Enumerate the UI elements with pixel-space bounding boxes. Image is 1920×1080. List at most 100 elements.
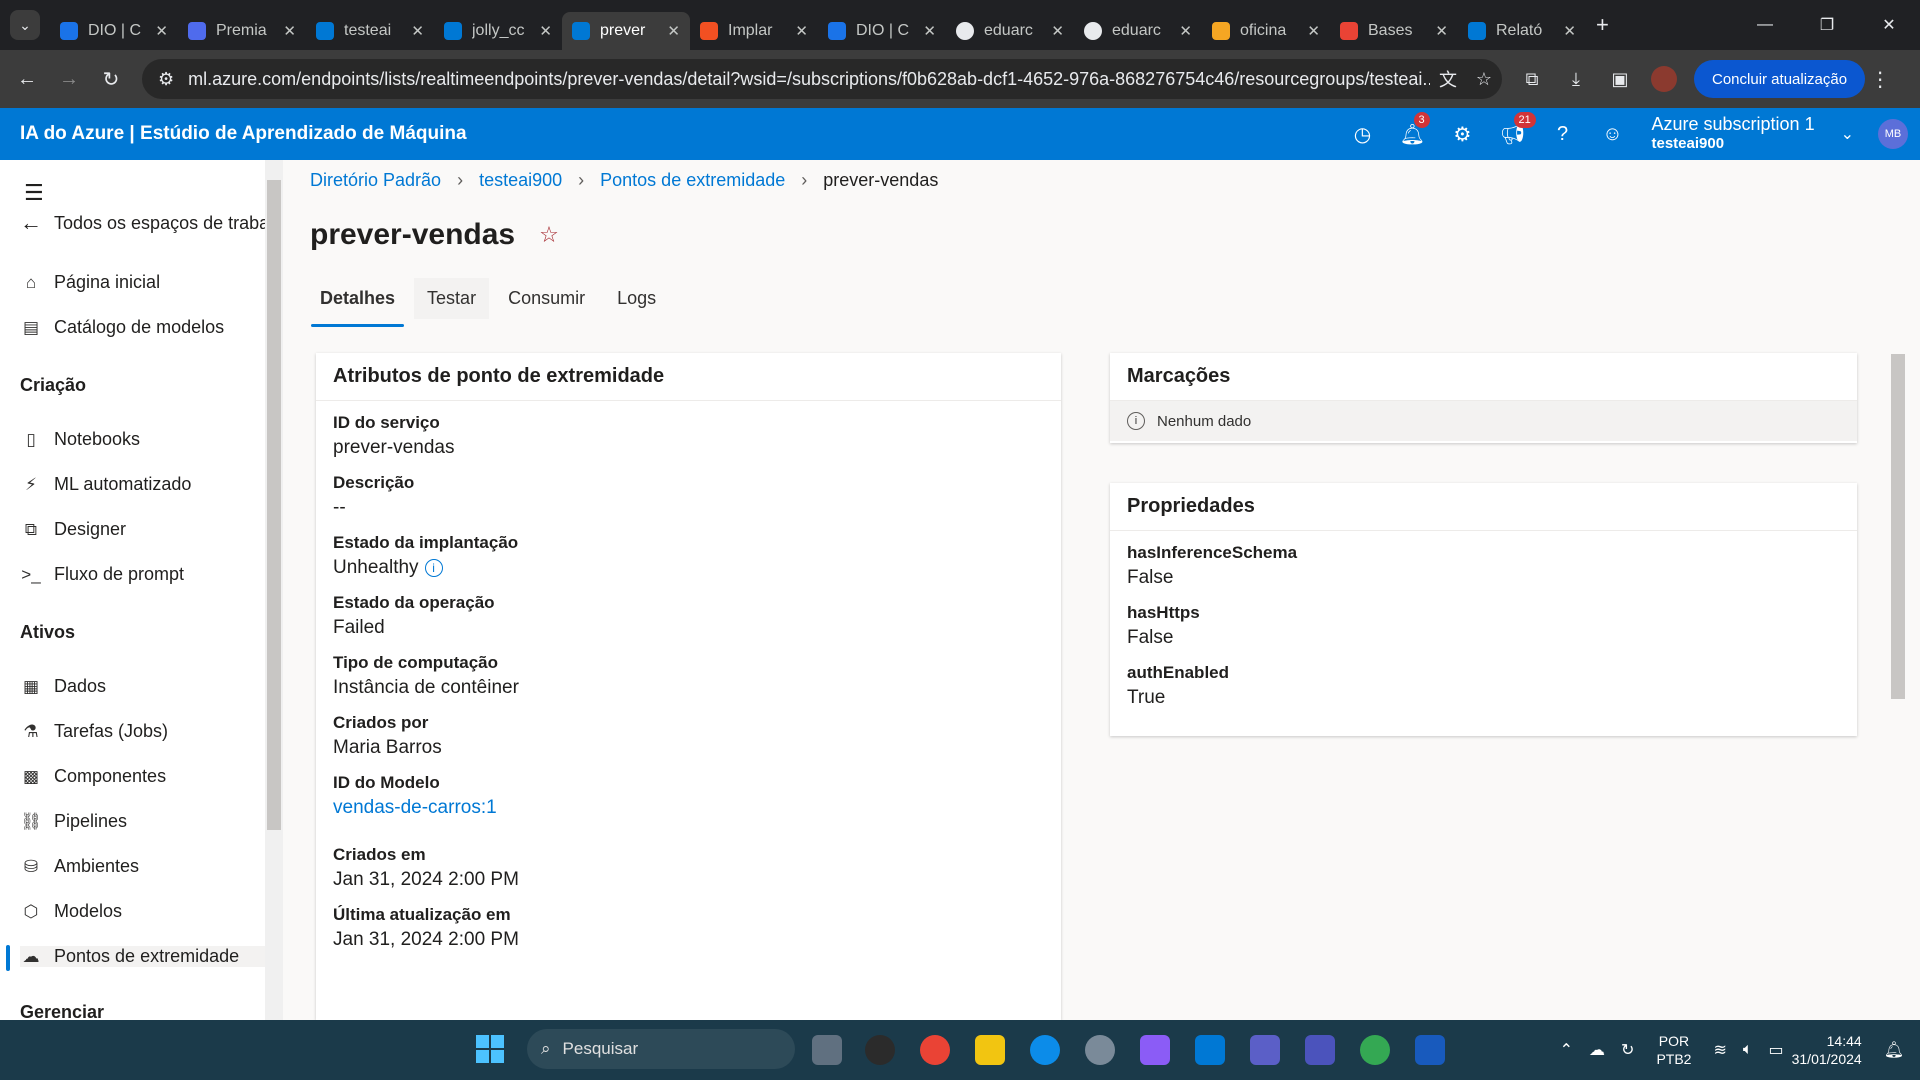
forward-arrow-icon[interactable]: → <box>48 68 90 91</box>
taskbar-search[interactable]: ⌕ Pesquisar <box>527 1029 795 1069</box>
dell-icon[interactable] <box>865 1035 895 1065</box>
taskview-icon[interactable] <box>812 1035 842 1065</box>
model-id-link[interactable]: vendas-de-carros:1 <box>333 797 1061 819</box>
onedrive-icon[interactable]: ☁ <box>1589 1040 1605 1060</box>
subscription-picker[interactable]: Azure subscription 1 testeai900 <box>1652 115 1815 153</box>
browser-tab[interactable]: Relató ✕ <box>1458 12 1586 50</box>
sidebar-item-notebooks[interactable]: ▯ Notebooks <box>20 429 140 450</box>
sync-icon[interactable]: ↻ <box>1621 1040 1634 1060</box>
close-icon[interactable]: ✕ <box>155 22 168 40</box>
address-bar[interactable]: ⚙ ml.azure.com/endpoints/lists/realtimee… <box>142 59 1502 99</box>
chrome-icon[interactable] <box>920 1035 950 1065</box>
tab-search-chevron-icon[interactable]: ⌄ <box>10 10 40 40</box>
sidebar-item-environments[interactable]: ⛁ Ambientes <box>20 856 139 877</box>
sidebar-item-pipelines[interactable]: ⛓ Pipelines <box>20 811 127 832</box>
sidebar-scrollbar-thumb[interactable] <box>267 180 281 830</box>
browser-tab[interactable]: Premia ✕ <box>178 12 306 50</box>
back-arrow-icon[interactable]: ← <box>6 68 48 91</box>
close-icon[interactable]: ✕ <box>923 22 936 40</box>
wifi-icon[interactable]: ≋ <box>1713 1040 1726 1060</box>
app-title[interactable]: IA do Azure | Estúdio de Aprendizado de … <box>20 123 1338 145</box>
sidebar-item-jobs[interactable]: ⚗ Tarefas (Jobs) <box>20 721 168 742</box>
sidebar-item-data[interactable]: ▦ Dados <box>20 676 106 697</box>
file-explorer-icon[interactable] <box>975 1035 1005 1065</box>
close-icon[interactable]: ✕ <box>1051 22 1064 40</box>
minimize-icon[interactable]: — <box>1734 0 1796 50</box>
close-icon[interactable]: ✕ <box>667 22 680 40</box>
notification-bell-icon[interactable]: 🔔︎ <box>1884 1040 1904 1060</box>
language-indicator[interactable]: POR PTB2 <box>1656 1032 1691 1068</box>
sidebar-item-endpoints[interactable]: ☁ Pontos de extremidade <box>20 946 265 967</box>
feedback-smiley-icon[interactable]: ☺ <box>1588 123 1638 146</box>
breadcrumb-endpoints[interactable]: Pontos de extremidade <box>600 170 785 191</box>
browser-tab[interactable]: eduarc ✕ <box>946 12 1074 50</box>
user-avatar[interactable]: MB <box>1878 119 1908 149</box>
more-menu-icon[interactable]: ⋮ <box>1865 67 1895 92</box>
back-to-workspaces[interactable]: ← Todos os espaços de trabal <box>20 210 273 236</box>
browser-tab[interactable]: testeai ✕ <box>306 12 434 50</box>
battery-icon[interactable]: ▭ <box>1768 1040 1783 1060</box>
extensions-icon[interactable]: ⧉ <box>1510 69 1554 90</box>
update-button[interactable]: Concluir atualização <box>1694 60 1866 98</box>
sidebar-item-home[interactable]: ⌂ Página inicial <box>20 272 160 293</box>
browser-tab[interactable]: oficina ✕ <box>1202 12 1330 50</box>
tab-details[interactable]: Detalhes <box>307 278 408 327</box>
favorite-star-icon[interactable]: ☆ <box>539 222 559 248</box>
close-icon[interactable]: ✕ <box>539 22 552 40</box>
windows-start-icon[interactable] <box>475 1034 505 1064</box>
breadcrumb-workspace[interactable]: testeai900 <box>479 170 562 191</box>
site-info-icon[interactable]: ⚙ <box>158 69 174 90</box>
clock[interactable]: 14:44 31/01/2024 <box>1792 1032 1862 1068</box>
close-icon[interactable]: ✕ <box>1179 22 1192 40</box>
sidebar-item-models[interactable]: ⬡ Modelos <box>20 901 122 922</box>
breadcrumb-directory[interactable]: Diretório Padrão <box>310 170 441 191</box>
tab-consume[interactable]: Consumir <box>495 278 598 319</box>
hamburger-menu-icon[interactable]: ☰ <box>24 180 44 206</box>
copilot-icon[interactable] <box>1140 1035 1170 1065</box>
sidebar-item-model-catalog[interactable]: ▤ Catálogo de modelos <box>20 317 224 338</box>
chevron-down-icon[interactable]: ⌄ <box>1841 124 1854 144</box>
profile-avatar[interactable] <box>1651 66 1677 92</box>
side-panel-icon[interactable]: ▣ <box>1598 69 1642 90</box>
help-question-icon[interactable]: ? <box>1538 123 1588 146</box>
announcements-megaphone-icon[interactable]: 📢︎ 21 <box>1488 111 1538 147</box>
chevron-up-icon[interactable]: ⌃ <box>1560 1040 1573 1060</box>
tab-logs[interactable]: Logs <box>604 278 669 319</box>
url-text[interactable]: ml.azure.com/endpoints/lists/realtimeend… <box>188 69 1430 90</box>
bookmark-star-icon[interactable]: ☆ <box>1466 69 1502 90</box>
close-icon[interactable]: ✕ <box>1435 22 1448 40</box>
volume-icon[interactable]: 🔈︎ <box>1743 1041 1753 1059</box>
browser-tab[interactable]: DIO | C ✕ <box>50 12 178 50</box>
translate-icon[interactable]: 文 <box>1430 66 1466 92</box>
teams-new-icon[interactable] <box>1305 1035 1335 1065</box>
browser-tab-active[interactable]: prever ✕ <box>562 12 690 50</box>
browser-tab[interactable]: eduarc ✕ <box>1074 12 1202 50</box>
close-icon[interactable]: ✕ <box>411 22 424 40</box>
new-tab-plus-icon[interactable]: + <box>1596 12 1609 38</box>
teams-icon[interactable] <box>1250 1035 1280 1065</box>
maximize-icon[interactable]: ❐ <box>1796 0 1858 50</box>
content-scrollbar-thumb[interactable] <box>1891 354 1905 699</box>
edge-icon[interactable] <box>1030 1035 1060 1065</box>
close-icon[interactable]: ✕ <box>795 22 808 40</box>
tab-test[interactable]: Testar <box>414 278 490 319</box>
sidebar-item-components[interactable]: ▩ Componentes <box>20 766 166 787</box>
settings-gear-icon[interactable]: ⚙ <box>1438 122 1488 147</box>
settings-gear-icon[interactable] <box>1085 1035 1115 1065</box>
browser-tab[interactable]: Implar ✕ <box>690 12 818 50</box>
sidebar-item-designer[interactable]: ⧉ Designer <box>20 519 126 540</box>
sidebar-item-prompt-flow[interactable]: >_ Fluxo de prompt <box>20 564 184 585</box>
close-window-icon[interactable]: ✕ <box>1858 0 1920 50</box>
browser-tab[interactable]: DIO | C ✕ <box>818 12 946 50</box>
close-icon[interactable]: ✕ <box>283 22 296 40</box>
close-icon[interactable]: ✕ <box>1307 22 1320 40</box>
history-clock-icon[interactable]: ◷ <box>1338 122 1388 147</box>
chrome-profile-icon[interactable] <box>1360 1035 1390 1065</box>
browser-tab[interactable]: Bases ✕ <box>1330 12 1458 50</box>
download-icon[interactable]: ⤓ <box>1554 69 1598 90</box>
browser-tab[interactable]: jolly_cc ✕ <box>434 12 562 50</box>
close-icon[interactable]: ✕ <box>1563 22 1576 40</box>
vscode-icon[interactable] <box>1195 1035 1225 1065</box>
sidebar-item-automl[interactable]: ⚡ ML automatizado <box>20 474 191 495</box>
info-icon[interactable]: i <box>424 559 443 577</box>
